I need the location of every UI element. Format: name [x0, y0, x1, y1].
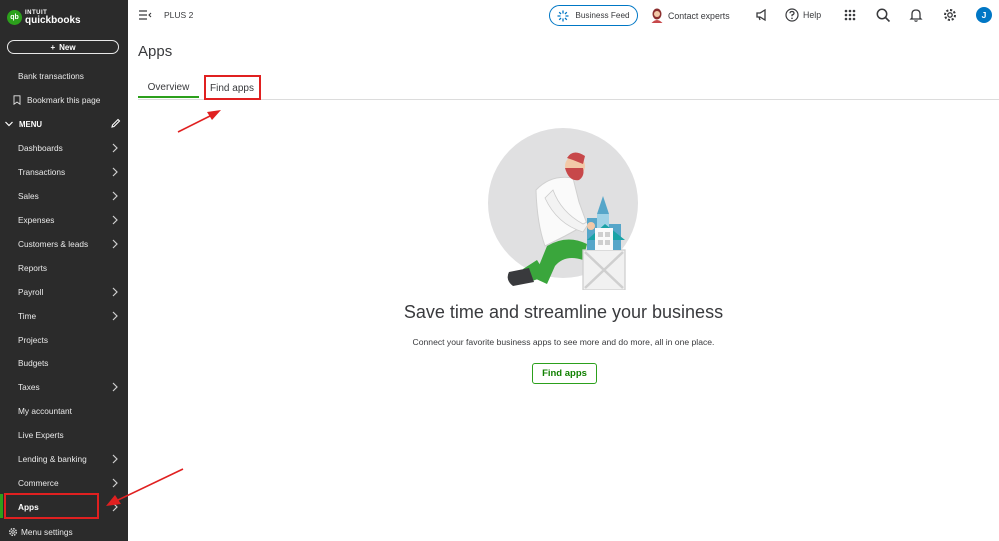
collapse-menu-icon[interactable]: [139, 9, 152, 21]
chevron-right-icon: [112, 478, 118, 488]
search-icon[interactable]: [875, 7, 891, 23]
sidebar-item-label: Sales: [18, 191, 39, 201]
contact-experts-button[interactable]: Contact experts: [650, 8, 730, 23]
menu-header[interactable]: MENU: [0, 115, 128, 133]
gear-icon: [9, 528, 17, 536]
sidebar-item-label: Taxes: [18, 382, 40, 392]
sidebar-item-live-experts[interactable]: Live Experts: [0, 425, 128, 445]
highlight-box-apps-item: [4, 493, 99, 519]
menu-label: MENU: [19, 119, 42, 129]
chevron-right-icon: [112, 382, 118, 392]
edit-pencil-icon[interactable]: [110, 118, 121, 129]
tab-overview[interactable]: Overview: [138, 78, 199, 98]
plus-icon: +: [50, 42, 56, 52]
new-button-label: New: [59, 42, 76, 52]
sidebar-item-label: Customers & leads: [18, 239, 89, 249]
tabs-divider: [138, 99, 999, 100]
empty-state-subtext: Connect your favorite business apps to s…: [412, 337, 715, 347]
new-button[interactable]: + New: [7, 40, 119, 54]
sidebar-item-my-accountant[interactable]: My accountant: [0, 401, 128, 421]
sidebar-item-label: Reports: [18, 263, 48, 273]
business-feed-label: Business Feed: [575, 11, 630, 20]
arrow-to-find-apps-tab: [177, 110, 221, 133]
sidebar-item-label: Budgets: [18, 358, 49, 368]
chevron-right-icon: [112, 143, 118, 153]
expert-avatar-icon: [651, 8, 663, 23]
company-plan-label[interactable]: PLUS 2: [164, 10, 193, 20]
sidebar-item-label: Lending & banking: [18, 454, 87, 464]
user-avatar[interactable]: J: [976, 7, 992, 23]
sidebar-item-lending-banking[interactable]: Lending & banking: [0, 449, 128, 469]
sidebar-item-reports[interactable]: Reports: [0, 258, 128, 278]
apps-grid-icon[interactable]: [842, 7, 858, 23]
business-feed-button[interactable]: Business Feed: [549, 5, 638, 26]
bookmark-page-link[interactable]: Bookmark this page: [0, 90, 128, 110]
sidebar: qb INTUIT quickbooks + New Bank transact…: [0, 0, 128, 541]
menu-settings-label: Menu settings: [21, 527, 73, 537]
highlight-box-find-apps-tab: [204, 75, 261, 100]
sidebar-item-label: Live Experts: [18, 430, 64, 440]
chevron-right-icon: [112, 502, 118, 512]
sidebar-item-label: My accountant: [18, 406, 72, 416]
sidebar-item-label: Projects: [18, 335, 48, 345]
bookmark-label: Bookmark this page: [27, 95, 101, 105]
empty-state-headline: Save time and streamline your business: [403, 302, 724, 322]
help-button[interactable]: Help: [785, 8, 821, 22]
sidebar-item-projects[interactable]: Projects: [0, 330, 128, 350]
sidebar-item-commerce[interactable]: Commerce: [0, 473, 128, 493]
sidebar-item-label: Payroll: [18, 287, 44, 297]
sidebar-item-sales[interactable]: Sales: [0, 186, 128, 206]
notifications-bell-icon[interactable]: [908, 7, 924, 23]
sidebar-item-label: Commerce: [18, 478, 59, 488]
tab-label: Overview: [147, 81, 190, 93]
sidebar-item-payroll[interactable]: Payroll: [0, 282, 128, 302]
menu-settings-link[interactable]: Menu settings: [0, 523, 128, 541]
sidebar-item-label: Transactions: [18, 167, 66, 177]
contact-experts-label: Contact experts: [668, 10, 730, 21]
megaphone-icon[interactable]: [754, 7, 770, 23]
qb-logo-icon: qb: [7, 9, 22, 25]
sidebar-item-label: Bank transactions: [18, 71, 84, 81]
sidebar-item-taxes[interactable]: Taxes: [0, 377, 128, 397]
sidebar-item-label: Time: [18, 311, 37, 321]
chevron-right-icon: [112, 167, 118, 177]
chevron-right-icon: [112, 311, 118, 321]
find-apps-button-label: Find apps: [542, 368, 587, 379]
bookmark-icon: [13, 95, 21, 105]
sidebar-item-expenses[interactable]: Expenses: [0, 210, 128, 230]
chevron-down-icon: [5, 121, 13, 127]
logo-product-text: quickbooks: [25, 15, 81, 26]
chevron-right-icon: [112, 239, 118, 249]
sidebar-item-label: Expenses: [18, 215, 55, 225]
chevron-right-icon: [112, 191, 118, 201]
chevron-right-icon: [112, 215, 118, 225]
sidebar-item-dashboards[interactable]: Dashboards: [0, 138, 128, 158]
sparkle-icon: [557, 10, 569, 21]
sidebar-item-budgets[interactable]: Budgets: [0, 353, 128, 373]
page-title: Apps: [138, 43, 173, 60]
chevron-right-icon: [112, 287, 118, 297]
help-label: Help: [803, 10, 822, 20]
help-icon: [785, 8, 799, 22]
quickbooks-logo[interactable]: qb INTUIT quickbooks: [7, 9, 81, 26]
sidebar-item-time[interactable]: Time: [0, 306, 128, 326]
top-bar: PLUS 2 Business Feed Contact experts Hel…: [128, 0, 999, 32]
sidebar-item-customers-leads[interactable]: Customers & leads: [0, 234, 128, 254]
sidebar-item-transactions[interactable]: Transactions: [0, 162, 128, 182]
find-apps-button[interactable]: Find apps: [532, 363, 597, 384]
sidebar-item-label: Dashboards: [18, 143, 63, 153]
settings-gear-icon[interactable]: [942, 7, 958, 23]
builder-illustration: [488, 128, 638, 290]
sidebar-item-bank-transactions[interactable]: Bank transactions: [0, 66, 128, 86]
chevron-right-icon: [112, 454, 118, 464]
